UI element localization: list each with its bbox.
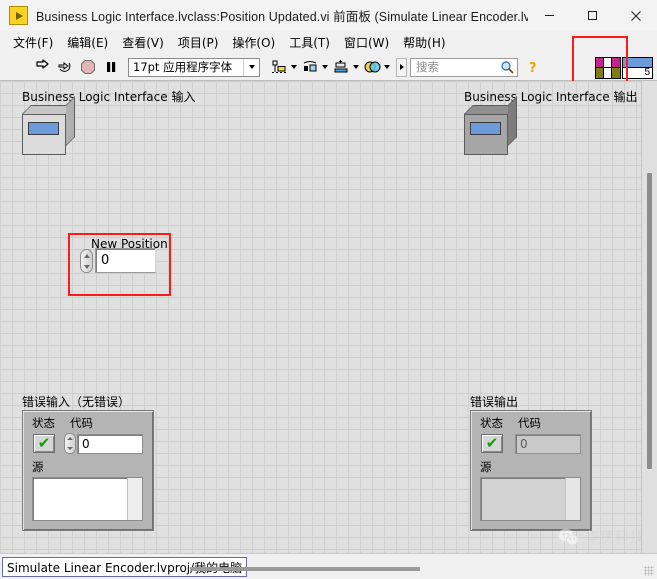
stepper-down-arrow-icon[interactable]: [83, 264, 90, 269]
run-arrow-icon[interactable]: [31, 57, 52, 78]
error-out-code-display: 0: [515, 434, 581, 454]
error-in-source-label: 源: [32, 460, 44, 474]
vi-icon[interactable]: 5: [622, 56, 653, 79]
font-selector-label: 17pt 应用程序字体: [133, 60, 233, 74]
error-in-code-up-arrow-icon[interactable]: [67, 437, 73, 441]
output-refnum-screen: [470, 122, 501, 135]
font-selector[interactable]: 17pt 应用程序字体: [128, 57, 260, 77]
menu-window[interactable]: 窗口(W): [337, 32, 396, 53]
error-out-code-value: 0: [520, 437, 528, 451]
abort-execution-icon[interactable]: [77, 57, 98, 78]
menu-edit[interactable]: 编辑(E): [60, 32, 115, 53]
error-in-status-check-icon: ✔: [37, 434, 51, 452]
error-out-status-led: ✔: [481, 434, 503, 453]
error-out-box: 状态 代码 ✔ 0 源: [470, 410, 592, 531]
status-bar: Simulate Linear Encoder.lvproj/我的电脑: [0, 553, 657, 579]
run-continuously-icon[interactable]: [54, 57, 75, 78]
input-control-label: Business Logic Interface 输入: [22, 90, 196, 104]
toolbar-overflow-button[interactable]: [396, 57, 407, 77]
maximize-button[interactable]: [571, 0, 614, 31]
error-in-source-input[interactable]: [32, 477, 143, 521]
error-out-status-check-icon: ✔: [485, 434, 499, 452]
title-bar: Business Logic Interface.lvclass:Positio…: [0, 0, 657, 32]
svg-text:?: ?: [529, 61, 537, 75]
labview-front-panel-window: Business Logic Interface.lvclass:Positio…: [0, 0, 657, 579]
error-out-label: 错误输出: [470, 395, 519, 409]
error-in-code-label: 代码: [70, 416, 93, 430]
error-in-code-input[interactable]: 0: [77, 434, 143, 454]
reorder-objects-icon: [363, 57, 383, 77]
connector-terminal-0[interactable]: [596, 57, 604, 68]
panel-vertical-scrollbar[interactable]: [641, 81, 657, 553]
close-button[interactable]: [614, 0, 657, 31]
magnifier-icon[interactable]: [497, 60, 517, 74]
menu-file[interactable]: 文件(F): [6, 32, 60, 53]
pause-icon[interactable]: [100, 57, 121, 78]
align-objects-icon: [270, 57, 290, 77]
connector-pane-area: 5: [595, 54, 657, 81]
error-out-cluster[interactable]: 错误输出 状态 代码 ✔ 0 源: [470, 393, 592, 531]
error-out-status-label: 状态: [480, 416, 503, 430]
menu-bar: 文件(F) 编辑(E) 查看(V) 项目(P) 操作(O) 工具(T) 窗口(W…: [0, 31, 657, 54]
error-in-cluster[interactable]: 错误输入（无错误） 状态 代码 ✔ 0 源: [22, 393, 154, 531]
align-objects-button[interactable]: [270, 57, 297, 77]
minimize-button[interactable]: [528, 0, 571, 31]
toolbar: 17pt 应用程序字体 搜索 ?: [0, 54, 657, 81]
resize-grip[interactable]: [644, 566, 654, 576]
search-placeholder: 搜索: [416, 60, 439, 74]
context-help-icon[interactable]: ?: [523, 57, 544, 78]
output-class-indicator[interactable]: [464, 96, 517, 155]
output-indicator-label: Business Logic Interface 输出: [464, 90, 638, 104]
menu-help[interactable]: 帮助(H): [396, 32, 452, 53]
new-position-value: 0: [101, 253, 110, 268]
new-position-input[interactable]: 0: [95, 248, 157, 273]
resize-objects-button[interactable]: [332, 57, 359, 77]
resize-objects-icon: [332, 57, 352, 77]
error-out-source-display: [480, 477, 581, 521]
connector-terminal-3[interactable]: [596, 67, 604, 78]
panel-vertical-scrollbar-thumb[interactable]: [647, 173, 652, 469]
error-out-source-label: 源: [480, 460, 492, 474]
error-out-code-label: 代码: [518, 416, 541, 430]
connector-terminal-2[interactable]: [612, 57, 620, 68]
window-controls: [528, 0, 657, 31]
input-control-label-wrap: Business Logic Interface 输入: [22, 88, 195, 105]
labview-vi-icon: [9, 6, 28, 25]
new-position-control[interactable]: New Position 0: [80, 237, 168, 285]
error-in-box: 状态 代码 ✔ 0 源: [22, 410, 154, 531]
distribute-objects-button[interactable]: [301, 57, 328, 77]
connector-terminal-5[interactable]: [612, 67, 620, 78]
error-in-code-down-arrow-icon[interactable]: [67, 446, 73, 450]
connector-terminal-4[interactable]: [604, 67, 612, 78]
new-position-stepper[interactable]: [80, 249, 93, 273]
status-bar-scrollbar[interactable]: [190, 567, 420, 571]
error-in-label: 错误输入（无错误）: [22, 395, 131, 409]
connector-pane[interactable]: [595, 56, 621, 79]
menu-view[interactable]: 查看(V): [115, 32, 171, 53]
error-in-source-scrollbar[interactable]: [127, 478, 142, 520]
reorder-objects-button[interactable]: [363, 57, 390, 77]
error-out-source-scrollbar[interactable]: [565, 478, 580, 520]
menu-operate[interactable]: 操作(O): [225, 32, 282, 53]
stepper-up-arrow-icon[interactable]: [83, 253, 90, 258]
vi-icon-number: 5: [644, 66, 650, 78]
distribute-objects-icon: [301, 57, 321, 77]
input-class-control[interactable]: [22, 96, 75, 155]
error-in-status-label: 状态: [32, 416, 55, 430]
menu-project[interactable]: 项目(P): [171, 32, 226, 53]
menu-tools[interactable]: 工具(T): [282, 32, 337, 53]
error-in-code-stepper[interactable]: [64, 433, 76, 454]
input-refnum-screen: [28, 122, 59, 135]
front-panel-canvas[interactable]: Business Logic Interface 输入 Business Log…: [0, 81, 657, 553]
search-input[interactable]: 搜索: [410, 57, 518, 77]
window-title: Business Logic Interface.lvclass:Positio…: [36, 10, 528, 24]
font-selector-chevron-down-icon[interactable]: [243, 58, 259, 76]
connector-terminal-1[interactable]: [604, 57, 612, 68]
error-in-code-value: 0: [82, 437, 90, 451]
error-in-status-led[interactable]: ✔: [33, 434, 55, 453]
output-indicator-label-wrap: Business Logic Interface 输出: [464, 88, 637, 105]
